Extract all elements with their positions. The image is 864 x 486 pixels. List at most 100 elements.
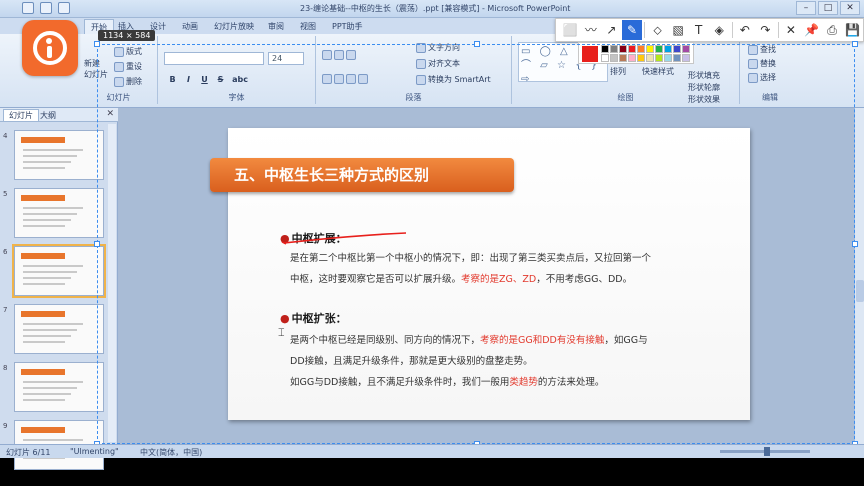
selection-size-badge: 1134 × 584 <box>98 30 156 41</box>
color-swatch[interactable] <box>637 54 645 62</box>
shape-fill-button[interactable]: 形状填充 <box>688 70 720 81</box>
thumbnail-number: 6 <box>3 248 8 256</box>
color-swatch[interactable] <box>601 54 609 62</box>
color-swatch[interactable] <box>610 54 618 62</box>
color-swatch[interactable] <box>637 45 645 53</box>
strikethrough-button[interactable]: S <box>214 74 227 87</box>
save-annotation-icon[interactable]: 💾 <box>842 20 863 40</box>
text-direction-button[interactable]: 文字方向 <box>416 42 460 53</box>
save-icon[interactable] <box>22 2 34 14</box>
zoom-slider[interactable] <box>720 447 810 456</box>
slide-thumbnail[interactable] <box>14 362 104 412</box>
color-swatch[interactable] <box>682 45 690 53</box>
tab-review[interactable]: 审阅 <box>268 21 284 32</box>
pin-icon[interactable]: 📌 <box>801 20 822 40</box>
bold-button[interactable]: B <box>166 74 179 87</box>
slide-thumbnail[interactable] <box>14 130 104 180</box>
tab-slideshow[interactable]: 幻灯片放映 <box>214 21 254 32</box>
text-tool-icon[interactable]: T <box>688 20 709 40</box>
reset-button[interactable]: 重设 <box>114 61 142 72</box>
color-swatch[interactable] <box>610 45 618 53</box>
bullets-icon <box>322 50 332 60</box>
color-swatch[interactable] <box>655 54 663 62</box>
tab-outline[interactable]: 大纲 <box>40 110 56 121</box>
delete-button[interactable]: 删除 <box>114 76 142 87</box>
zoom-slider-thumb[interactable] <box>764 447 770 456</box>
slide-thumbnail[interactable] <box>14 304 104 354</box>
align-buttons[interactable] <box>322 74 368 84</box>
font-size-combo[interactable]: 24 <box>268 52 304 65</box>
numbering-icon <box>334 50 344 60</box>
mosaic-tool-icon[interactable]: ▧ <box>668 20 689 40</box>
close-annotation-icon[interactable]: ✕ <box>781 20 802 40</box>
redo-icon[interactable]: ↷ <box>755 20 776 40</box>
slide-thumbnail[interactable] <box>12 244 106 298</box>
app-logo <box>22 20 78 76</box>
pen-tool-icon[interactable]: ✎ <box>621 20 643 40</box>
panel-scrollbar[interactable] <box>108 124 116 442</box>
editing-group-label: 编辑 <box>762 93 778 102</box>
delete-icon <box>114 76 124 87</box>
color-swatch[interactable] <box>673 54 681 62</box>
color-swatch[interactable] <box>673 45 681 53</box>
close-button[interactable]: ✕ <box>840 1 860 15</box>
layout-button[interactable]: 版式 <box>114 46 142 57</box>
copy-icon[interactable]: ⎙ <box>822 20 843 40</box>
undo-icon[interactable]: ↶ <box>735 20 756 40</box>
eraser-tool-icon[interactable]: ◈ <box>709 20 730 40</box>
align-right-icon <box>346 74 356 84</box>
shadow-button[interactable]: abc <box>230 74 250 87</box>
thumbnail-text-line <box>23 149 83 151</box>
color-swatch[interactable] <box>646 45 654 53</box>
panel-close-icon[interactable]: ✕ <box>106 109 114 119</box>
color-swatch[interactable] <box>646 54 654 62</box>
color-swatch[interactable] <box>628 45 636 53</box>
convert-smartart-button[interactable]: 转换为 SmartArt <box>416 74 491 85</box>
freehand-tool-icon[interactable]: 〰 <box>581 20 602 40</box>
color-swatch[interactable] <box>619 54 627 62</box>
thumbnail-text-line <box>23 207 83 209</box>
tab-view[interactable]: 视图 <box>300 21 316 32</box>
replace-button[interactable]: 替换 <box>748 58 776 69</box>
color-swatch[interactable] <box>664 54 672 62</box>
color-swatch[interactable] <box>628 54 636 62</box>
slide-thumbnail[interactable] <box>14 188 104 238</box>
highlighter-tool-icon[interactable]: ⬦ <box>647 20 668 40</box>
tab-animation[interactable]: 动画 <box>182 21 198 32</box>
vertical-scrollbar[interactable] <box>854 108 864 444</box>
redo-icon[interactable] <box>58 2 70 14</box>
color-swatch[interactable] <box>619 45 627 53</box>
color-swatch[interactable] <box>601 45 609 53</box>
arrow-tool-icon[interactable]: ↗ <box>601 20 622 40</box>
underline-button[interactable]: U <box>198 74 211 87</box>
color-swatch[interactable] <box>655 45 663 53</box>
thumbnail-text-line <box>23 161 71 163</box>
maximize-button[interactable]: □ <box>818 1 838 15</box>
minimize-button[interactable]: – <box>796 1 816 15</box>
undo-icon[interactable] <box>40 2 52 14</box>
select-button[interactable]: 选择 <box>748 72 776 83</box>
rectangle-tool-icon[interactable]: ⬜ <box>560 20 581 40</box>
quick-styles-button[interactable]: 快速样式 <box>642 66 674 77</box>
italic-button[interactable]: I <box>182 74 195 87</box>
tab-slides[interactable]: 幻灯片 <box>3 109 39 121</box>
thumbnail-number: 4 <box>3 132 8 140</box>
tab-ppt-assistant[interactable]: PPT助手 <box>332 21 363 32</box>
arrange-button[interactable]: 排列 <box>610 66 626 77</box>
find-button[interactable]: 查找 <box>748 44 776 55</box>
scroll-thumb[interactable] <box>856 280 864 302</box>
color-swatch[interactable] <box>664 45 672 53</box>
text-cursor-icon: ⌶ <box>278 326 285 339</box>
thumbnail-number: 5 <box>3 190 8 198</box>
slide-canvas[interactable]: 五、中枢生长三种方式的区别 ● 中枢扩展： 是在第二个中枢比第一个中枢小的情况下，… <box>210 128 750 420</box>
thumbnail-text-line <box>23 213 77 215</box>
thumbnail-text-line <box>23 219 71 221</box>
thumbnail-title-bar <box>21 427 65 433</box>
align-text-button[interactable]: 对齐文本 <box>416 58 460 69</box>
new-slide-button[interactable]: 新建 幻灯片 <box>84 58 108 80</box>
color-swatch[interactable] <box>682 54 690 62</box>
status-bar: 幻灯片 6/11 "Ulmenting" 中文(简体，中国) <box>0 444 864 458</box>
bullets-button[interactable] <box>322 50 356 60</box>
font-name-combo[interactable] <box>164 52 264 65</box>
current-color-swatch[interactable] <box>582 46 598 62</box>
